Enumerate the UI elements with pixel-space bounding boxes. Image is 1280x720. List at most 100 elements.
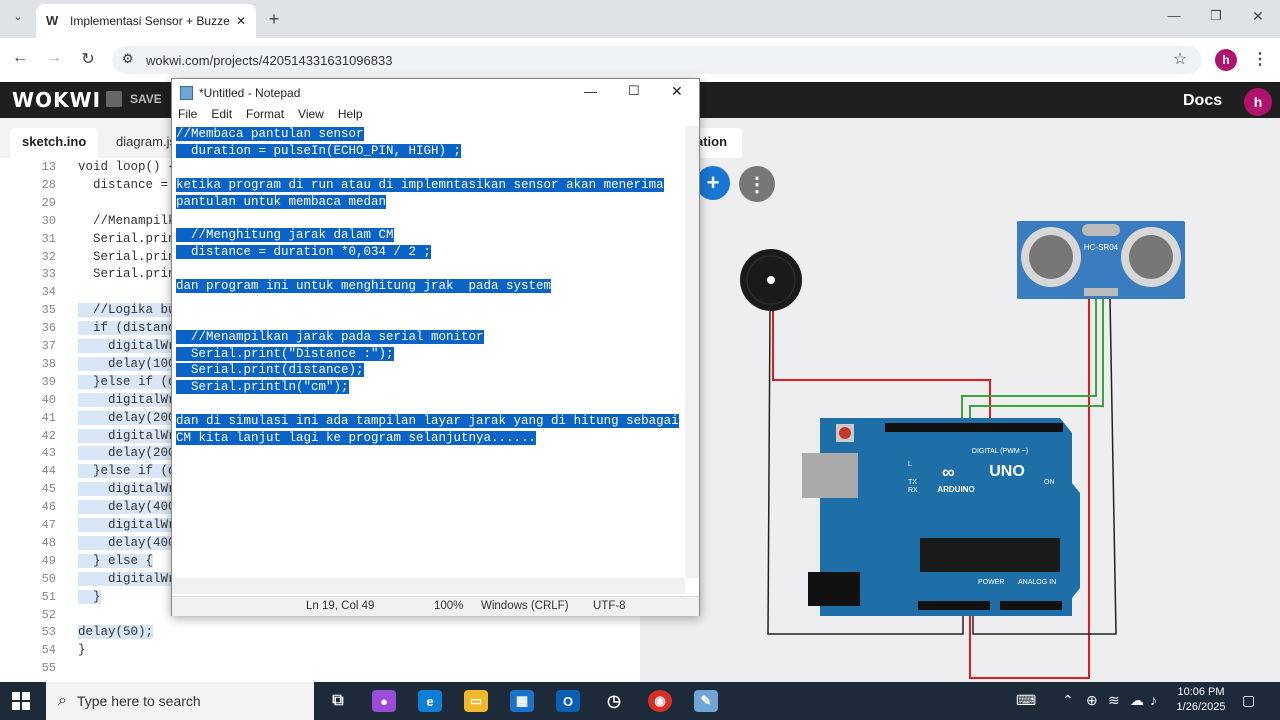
notepad-menu-help[interactable]: Help (338, 107, 363, 125)
tab-title: Implementasi Sensor + Buzzer (70, 14, 230, 28)
save-icon (106, 91, 122, 107)
notepad-line-text: Serial.print(distance); (176, 363, 364, 378)
task-view-icon[interactable]: ⧉ (326, 690, 350, 712)
notepad-status-bar: Ln 19, Col 49 100% Windows (CRLF) UTF-8 (172, 596, 699, 616)
forward-icon[interactable]: → (42, 49, 66, 67)
minimize-button[interactable]: — (1162, 8, 1186, 23)
code-line: }else if (d (78, 464, 176, 479)
clock-app-icon[interactable]: ◷ (602, 690, 626, 712)
edge-icon[interactable]: e (418, 690, 442, 712)
bookmark-star-icon[interactable]: ☆ (1168, 49, 1192, 69)
notepad-horizontal-scrollbar[interactable] (172, 578, 685, 594)
notepad-line (176, 210, 688, 227)
line-number: 29 (41, 195, 56, 210)
wokwi-profile-avatar[interactable]: h (1244, 88, 1272, 116)
show-hidden-icons-icon[interactable]: ⌃ (1062, 692, 1074, 709)
notepad-line: //Menghitung jarak dalam CM (176, 227, 688, 244)
line-number: 51 (41, 589, 56, 604)
code-line: void loop() { (78, 160, 176, 174)
add-part-button[interactable]: + (696, 166, 730, 200)
taskbar-clock[interactable]: 10:06 PM 1/26/2025 (1168, 685, 1234, 715)
line-number: 34 (41, 285, 56, 300)
browser-menu-icon[interactable]: ⋮ (1248, 49, 1272, 69)
back-icon[interactable]: ← (8, 49, 32, 67)
line-number: 30 (41, 213, 56, 228)
line-number: 55 (41, 661, 56, 676)
outlook-icon[interactable]: O (556, 690, 580, 712)
on-label: ON (1044, 479, 1055, 486)
notepad-menu-file[interactable]: File (178, 107, 197, 125)
notepad-vertical-scrollbar[interactable] (685, 126, 699, 578)
notepad-line: distance = duration *0,034 / 2 ; (176, 244, 688, 261)
line-number: 54 (41, 643, 56, 658)
close-window-button[interactable]: ✕ (1246, 8, 1270, 25)
notepad-line-text: duration = pulseIn(ECHO_PIN, HIGH) ; (176, 143, 462, 158)
code-line: digitalWr (78, 339, 176, 353)
more-options-button[interactable]: ⋮ (739, 166, 775, 202)
tab-close-icon[interactable]: ✕ (236, 14, 246, 28)
windows-start-icon[interactable] (12, 692, 30, 710)
browser-tab[interactable]: W Implementasi Sensor + Buzzer ✕ (36, 4, 256, 38)
arduino-uno-board: DIGITAL (PWM ~) UNO ARDUINO ∞ TX RX L ON… (802, 418, 1080, 616)
notepad-taskbar-icon[interactable]: ✎ (694, 690, 718, 712)
line-number: 33 (41, 267, 56, 282)
line-number: 28 (41, 177, 56, 192)
code-line: delay(50); (78, 625, 154, 640)
notepad-title: *Untitled - Notepad (199, 86, 301, 100)
tab-sketch-ino[interactable]: sketch.ino (10, 128, 99, 158)
buzzer-component (740, 249, 802, 311)
notepad-line: //Menampilkan jarak pada serial monitor (176, 329, 688, 346)
code-line: delay(100 (78, 356, 176, 371)
circuit-diagram: HC-SR04 DIGITAL (PWM ~) UNO ARDUINO ∞ TX… (740, 221, 1185, 679)
ultrasonic-sensor: HC-SR04 (1017, 221, 1185, 299)
copilot-icon[interactable]: ● (372, 690, 396, 712)
line-number: 37 (41, 339, 56, 353)
browser-profile-avatar[interactable]: h (1215, 49, 1237, 71)
wokwi-logo[interactable]: WOKWI (12, 88, 101, 112)
code-line: digitalWr (78, 392, 176, 407)
chrome-icon[interactable]: ◉ (648, 690, 672, 712)
analog-label: ANALOG IN (1018, 579, 1056, 586)
line-ending: Windows (CRLF) (481, 600, 569, 612)
save-button[interactable]: SAVE (106, 91, 162, 107)
code-line: } else { (78, 553, 154, 568)
code-line: //Logika bu (78, 303, 176, 318)
site-info-icon[interactable]: ⚙ (122, 51, 134, 67)
notepad-titlebar: *Untitled - Notepad — ☐ ✕ (172, 79, 699, 107)
restore-button[interactable]: ❐ (1204, 8, 1228, 24)
notepad-text-area[interactable]: //Membaca pantulan sensor duration = pul… (176, 126, 688, 578)
docs-link[interactable]: Docs (1183, 92, 1222, 110)
code-line: delay(200 (78, 410, 176, 425)
taskbar-search-box[interactable]: ⌕ Type here to search (46, 682, 314, 720)
code-line: Serial.prin (78, 267, 176, 282)
power-label: POWER (978, 579, 1004, 586)
notepad-line: CM kita lanjut lagi ke program selanjutn… (176, 430, 688, 447)
notepad-line (176, 261, 688, 278)
taskbar-search-placeholder: Type here to search (76, 693, 201, 709)
notification-icon[interactable]: ▢ (1242, 692, 1255, 709)
notepad-line-text: CM kita lanjut lagi ke program selanjutn… (176, 431, 537, 446)
notepad-window[interactable]: *Untitled - Notepad — ☐ ✕ File Edit Format… (171, 78, 700, 616)
volume-icon[interactable]: ♪ (1150, 692, 1157, 708)
simulation-panel: HC-SR04 DIGITAL (PWM ~) UNO ARDUINO ∞ TX… (640, 118, 1280, 682)
notepad-minimize-button[interactable]: — (584, 84, 597, 99)
file-explorer-icon[interactable]: ▭ (464, 690, 488, 712)
line-number: 50 (41, 571, 56, 586)
notepad-menu-format[interactable]: Format (246, 107, 284, 125)
notepad-menu-view[interactable]: View (298, 107, 324, 125)
notepad-menu-edit[interactable]: Edit (211, 107, 232, 125)
tab-search-icon[interactable]: ⌄ (6, 10, 30, 23)
notepad-line-text: Serial.println("cm"); (176, 380, 349, 395)
reload-icon[interactable]: ↻ (76, 49, 100, 69)
wifi-icon[interactable]: ≋ (1108, 692, 1120, 709)
keyboard-icon[interactable]: ⌨ (1016, 692, 1036, 709)
network-icon[interactable]: ⊕ (1086, 692, 1098, 709)
notepad-maximize-button[interactable]: ☐ (628, 83, 640, 99)
notepad-line: dan di simulasi ini ada tampilan layar j… (176, 413, 688, 430)
new-tab-button[interactable]: + (262, 9, 286, 30)
encoding: UTF-8 (593, 600, 626, 612)
store-icon[interactable]: ▦ (510, 690, 534, 712)
url-input[interactable]: ⚙ wokwi.com/projects/420514331631096833 (112, 46, 1202, 74)
notepad-close-button[interactable]: ✕ (671, 83, 683, 100)
cloud-icon[interactable]: ☁ (1130, 692, 1144, 709)
